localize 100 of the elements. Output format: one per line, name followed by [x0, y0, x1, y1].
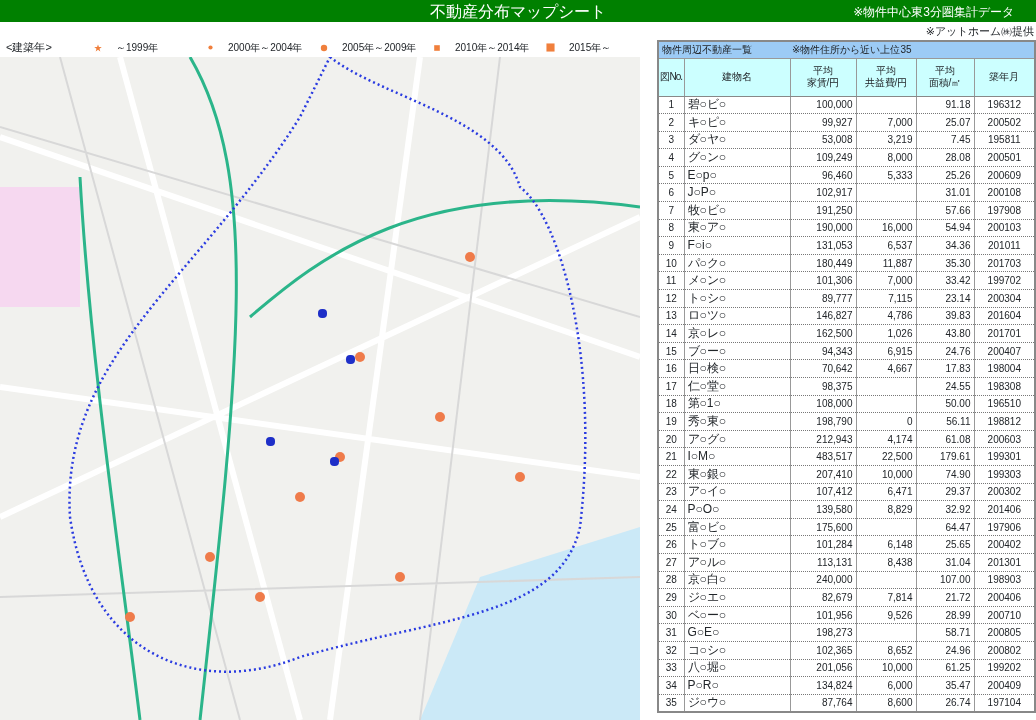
- table-cell: 4,667: [856, 359, 916, 378]
- legend-label: 2000年～2004年: [228, 41, 303, 55]
- table-cell: 18: [658, 395, 684, 413]
- table-cell: 31.04: [916, 553, 974, 572]
- table-cell: 43.80: [916, 324, 974, 343]
- table-cell: 31: [658, 623, 684, 642]
- table-cell: 101,306: [790, 271, 856, 290]
- table-cell: 11: [658, 271, 684, 290]
- table-cell: ロ○ツ○: [684, 307, 790, 325]
- table-cell: グ○ン○: [684, 148, 790, 167]
- table-cell: ア○イ○: [684, 483, 790, 501]
- table-cell: 101,956: [790, 606, 856, 624]
- table-cell: ト○シ○: [684, 289, 790, 308]
- table-cell: E○p○: [684, 166, 790, 184]
- table-cell: 26: [658, 535, 684, 554]
- table-cell: 54.94: [916, 219, 974, 237]
- table-cell: 207,410: [790, 465, 856, 484]
- table-cell: 富○ビ○: [684, 518, 790, 536]
- table-cell: 100,000: [790, 96, 856, 114]
- table-cell: 4: [658, 148, 684, 167]
- table-cell: 25.65: [916, 535, 974, 554]
- table-cell: 25.26: [916, 166, 974, 184]
- table-cell: 191,250: [790, 201, 856, 220]
- table-cell: 23.14: [916, 289, 974, 308]
- table-cell: 4,786: [856, 307, 916, 325]
- table-cell: 58.71: [916, 623, 974, 642]
- table-cell: 131,053: [790, 236, 856, 255]
- table-cell: コ○シ○: [684, 641, 790, 659]
- table-cell: 7,000: [856, 271, 916, 290]
- table-cell: 33.42: [916, 271, 974, 290]
- legend-label: 2005年～2009年: [342, 41, 417, 55]
- table-cell: 134,824: [790, 676, 856, 695]
- table-cell: 212,943: [790, 430, 856, 448]
- table-cell: 29.37: [916, 483, 974, 501]
- table-cell: 30: [658, 606, 684, 624]
- table-cell: 53,008: [790, 131, 856, 149]
- table-cell: 8,652: [856, 641, 916, 659]
- table-cell: 107.00: [916, 571, 974, 589]
- table-cell: 198,273: [790, 623, 856, 642]
- table-cell: 5,333: [856, 166, 916, 184]
- table-cell: 28.99: [916, 606, 974, 624]
- table-cell: 6,471: [856, 483, 916, 501]
- table-cell: 201,056: [790, 659, 856, 677]
- table-cell: 京○レ○: [684, 324, 790, 343]
- table-cell: 6,537: [856, 236, 916, 255]
- column-header: 築年月: [974, 58, 1036, 96]
- table-cell: 190,000: [790, 219, 856, 237]
- table-cell: 6,915: [856, 342, 916, 360]
- table-cell: メ○ン○: [684, 271, 790, 290]
- table-cell: 107,412: [790, 483, 856, 501]
- table-cell: 25.07: [916, 113, 974, 132]
- table-cell: 102,917: [790, 183, 856, 202]
- legend-label: 2015年～: [569, 41, 612, 55]
- table-cell: I○M○: [684, 447, 790, 466]
- legend-title: <建築年>: [5, 40, 53, 56]
- table-cell: ア○グ○: [684, 430, 790, 448]
- table-cell: 0: [856, 412, 916, 431]
- table-cell: 東○銀○: [684, 465, 790, 484]
- table-cell: 21.72: [916, 588, 974, 607]
- table-cell: 483,517: [790, 447, 856, 466]
- table-cell: 10: [658, 254, 684, 272]
- column-header: 平均面積/㎡: [916, 58, 974, 96]
- table-cell: 6: [658, 183, 684, 202]
- table-cell: 108,000: [790, 395, 856, 413]
- column-header: 平均共益費/円: [856, 58, 916, 96]
- table-cell: 24.96: [916, 641, 974, 659]
- table-cell: 98,375: [790, 377, 856, 396]
- table-cell: G○E○: [684, 623, 790, 642]
- table-title: 物件周辺不動産一覧: [662, 43, 752, 58]
- table-cell: 56.11: [916, 412, 974, 431]
- table-cell: 22: [658, 465, 684, 484]
- table-cell: 146,827: [790, 307, 856, 325]
- table-cell: 57.66: [916, 201, 974, 220]
- table-cell: P○O○: [684, 500, 790, 519]
- table-cell: 3: [658, 131, 684, 149]
- table-cell: 39.83: [916, 307, 974, 325]
- table-cell: 八○堀○: [684, 659, 790, 677]
- table-cell: 109,249: [790, 148, 856, 167]
- table-cell: 25: [658, 518, 684, 536]
- table-cell: 9,526: [856, 606, 916, 624]
- column-header: 図No.: [658, 58, 684, 96]
- table-cell: 16,000: [856, 219, 916, 237]
- table-cell: ブ○ー○: [684, 342, 790, 360]
- column-header: 建物名: [684, 58, 790, 96]
- table-cell: 35.47: [916, 676, 974, 695]
- table-cell: 82,679: [790, 588, 856, 607]
- table-cell: 6,000: [856, 676, 916, 695]
- table-cell: 64.47: [916, 518, 974, 536]
- table-cell: ト○ブ○: [684, 535, 790, 554]
- table-cell: 1: [658, 96, 684, 114]
- table-cell: 12: [658, 289, 684, 308]
- table-cell: 50.00: [916, 395, 974, 413]
- table-cell: 70,642: [790, 359, 856, 378]
- table-cell: 7,115: [856, 289, 916, 308]
- table-cell: 21: [658, 447, 684, 466]
- table-cell: F○i○: [684, 236, 790, 255]
- table-cell: 8,000: [856, 148, 916, 167]
- table-cell: P○R○: [684, 676, 790, 695]
- table-cell: 33: [658, 659, 684, 677]
- data-note: ※物件中心東3分圏集計データ: [853, 4, 1014, 21]
